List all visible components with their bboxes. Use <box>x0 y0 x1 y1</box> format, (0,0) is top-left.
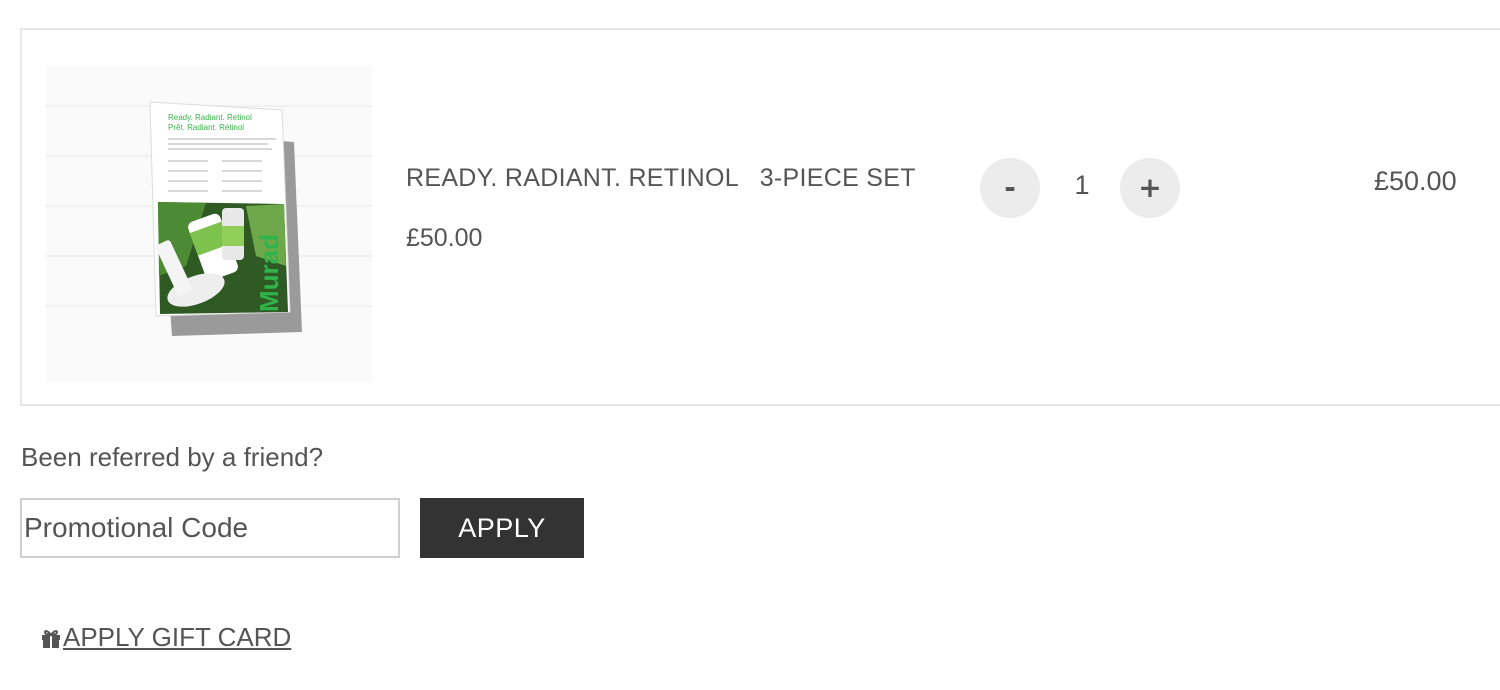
product-name[interactable]: READY. RADIANT. RETINOL 3-PIECE SET <box>406 164 916 193</box>
apply-promo-button[interactable]: APPLY <box>420 498 584 558</box>
gift-card-label: APPLY GIFT CARD <box>63 622 292 652</box>
product-box-image: Ready. Radiant. Retinol Prêt. Radiant. R… <box>46 101 372 336</box>
svg-text:Prêt. Radiant. Rétinol: Prêt. Radiant. Rétinol <box>168 123 244 132</box>
referral-prompt: Been referred by a friend? <box>21 442 324 472</box>
quantity-value: 1 <box>1074 170 1090 200</box>
svg-text:Murad: Murad <box>254 234 284 312</box>
apply-gift-card-link[interactable]: APPLY GIFT CARD <box>40 622 291 653</box>
svg-text:Ready. Radiant. Retinol: Ready. Radiant. Retinol <box>168 113 252 122</box>
gift-icon <box>42 629 60 648</box>
product-image[interactable]: Ready. Radiant. Retinol Prêt. Radiant. R… <box>46 66 372 382</box>
quantity-increase-button[interactable]: + <box>1120 158 1180 218</box>
product-unit-price: £50.00 <box>406 224 483 252</box>
cart-item-row: Ready. Radiant. Retinol Prêt. Radiant. R… <box>20 28 1500 406</box>
line-total-price: £50.00 <box>1374 166 1457 196</box>
promo-code-input[interactable] <box>20 498 400 558</box>
quantity-decrease-button[interactable]: - <box>980 158 1040 218</box>
